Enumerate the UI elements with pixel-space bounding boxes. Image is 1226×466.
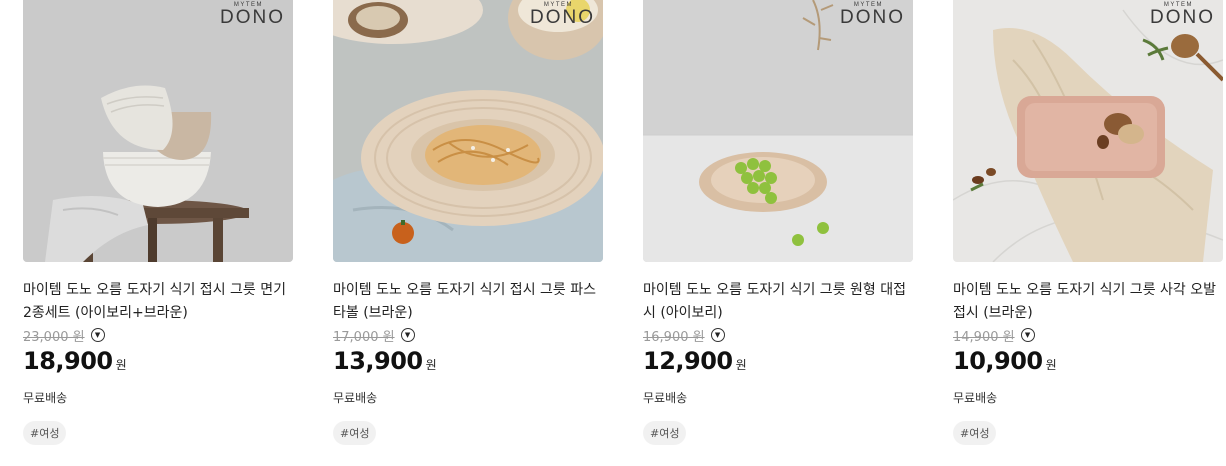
shipping-label: 무료배송	[953, 391, 998, 405]
product-title[interactable]: 마이템 도노 오름 도자기 식기 접시 그릇 파스타볼 (브라운)	[333, 279, 601, 325]
product-image[interactable]: MYTEM DONO	[953, 0, 1223, 262]
sale-price: 10,900 원	[953, 347, 1223, 377]
sale-price-value: 18,900	[23, 347, 113, 375]
product-image[interactable]: MYTEM DONO	[333, 0, 603, 262]
sale-price: 12,900 원	[643, 347, 913, 377]
original-price: 16,900 원	[643, 329, 705, 345]
chevron-down-icon[interactable]: ▼	[400, 328, 415, 342]
sale-price-value: 12,900	[643, 347, 733, 375]
price-row: 17,000 원 ▼	[333, 325, 603, 345]
hashtag-chip[interactable]: #여성	[953, 421, 997, 445]
hashtag-chip[interactable]: #여성	[23, 421, 67, 445]
brand-logo: MYTEM DONO	[1150, 1, 1215, 27]
product-title[interactable]: 마이템 도노 오름 도자기 식기 접시 그릇 면기 2종세트 (아이보리+브라운…	[23, 279, 291, 325]
bowls-on-stool-image	[23, 0, 293, 262]
brand-logo-main: DONO	[840, 7, 905, 28]
shipping-label: 무료배송	[23, 391, 68, 405]
brand-logo-main: DONO	[530, 7, 595, 28]
currency-unit: 원	[1045, 358, 1057, 372]
currency-unit: 원	[115, 358, 127, 372]
product-title[interactable]: 마이템 도노 오름 도자기 식기 그릇 원형 대접시 (아이보리)	[643, 279, 911, 325]
price-row: 23,000 원 ▼	[23, 325, 293, 345]
brand-logo-main: DONO	[1150, 7, 1215, 28]
product-card[interactable]: MYTEM DONO 마이템 도노 오름 도자기 식기 그릇 사각 오발접시 (…	[953, 0, 1223, 445]
sale-price: 18,900 원	[23, 347, 293, 377]
round-plate-image	[643, 0, 913, 262]
product-title[interactable]: 마이템 도노 오름 도자기 식기 그릇 사각 오발접시 (브라운)	[953, 279, 1221, 325]
hashtag-chip[interactable]: #여성	[333, 421, 377, 445]
sale-price-value: 10,900	[953, 347, 1043, 375]
brand-logo: MYTEM DONO	[840, 1, 905, 27]
sale-price: 13,900 원	[333, 347, 603, 377]
brand-logo: MYTEM DONO	[530, 1, 595, 27]
original-price: 14,900 원	[953, 329, 1015, 345]
sale-price-value: 13,900	[333, 347, 423, 375]
price-row: 16,900 원 ▼	[643, 325, 913, 345]
brand-logo: MYTEM DONO	[220, 1, 285, 27]
product-image[interactable]: MYTEM DONO	[643, 0, 913, 262]
product-card[interactable]: MYTEM DONO 마이템 도노 오름 도자기 식기 접시 그릇 면기 2종세…	[23, 0, 293, 445]
hashtag-chip[interactable]: #여성	[643, 421, 687, 445]
shipping-label: 무료배송	[643, 391, 688, 405]
chevron-down-icon[interactable]: ▼	[90, 328, 105, 342]
product-card[interactable]: MYTEM DONO 마이템 도노 오름 도자기 식기 접시 그릇 파스타볼 (…	[333, 0, 603, 445]
original-price: 17,000 원	[333, 329, 395, 345]
chevron-down-icon[interactable]: ▼	[1020, 328, 1035, 342]
oval-plate-image	[953, 0, 1223, 262]
product-image[interactable]: MYTEM DONO	[23, 0, 293, 262]
shipping-label: 무료배송	[333, 391, 378, 405]
currency-unit: 원	[735, 358, 747, 372]
price-row: 14,900 원 ▼	[953, 325, 1223, 345]
product-card[interactable]: MYTEM DONO 마이템 도노 오름 도자기 식기 그릇 원형 대접시 (아…	[643, 0, 913, 445]
pasta-bowl-image	[333, 0, 603, 262]
currency-unit: 원	[425, 358, 437, 372]
original-price: 23,000 원	[23, 329, 85, 345]
chevron-down-icon[interactable]: ▼	[710, 328, 725, 342]
brand-logo-main: DONO	[220, 7, 285, 28]
